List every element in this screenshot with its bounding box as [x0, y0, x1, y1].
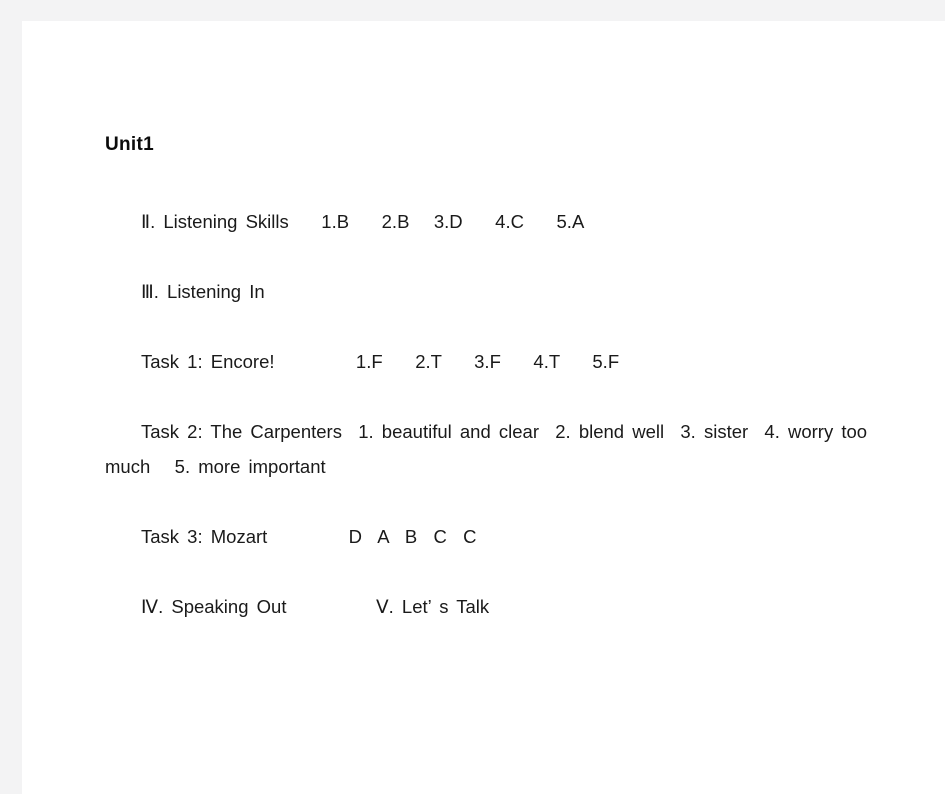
- paragraph-listening-skills: Ⅱ. Listening Skills 1.B 2.B 3.D 4.C 5.A: [141, 211, 585, 232]
- document-page: Unit1 Ⅱ. Listening Skills 1.B 2.B 3.D 4.…: [22, 21, 945, 794]
- document-body: Unit1 Ⅱ. Listening Skills 1.B 2.B 3.D 4.…: [105, 132, 885, 624]
- paragraph-task-3-mozart: Task 3: Mozart D A B C C: [141, 526, 477, 547]
- paragraph-task-1-encore: Task 1: Encore! 1.F 2.T 3.F 4.T 5.F: [141, 351, 620, 372]
- paragraph-speaking-out-lets-talk: Ⅳ. Speaking Out Ⅴ. Let’ s Talk: [141, 596, 490, 617]
- paragraph-listening-in: Ⅲ. Listening In: [141, 281, 265, 302]
- paragraph-task-2-the-carpenters: Task 2: The Carpenters 1. beautiful and …: [105, 421, 876, 477]
- page-title: Unit1: [105, 134, 154, 155]
